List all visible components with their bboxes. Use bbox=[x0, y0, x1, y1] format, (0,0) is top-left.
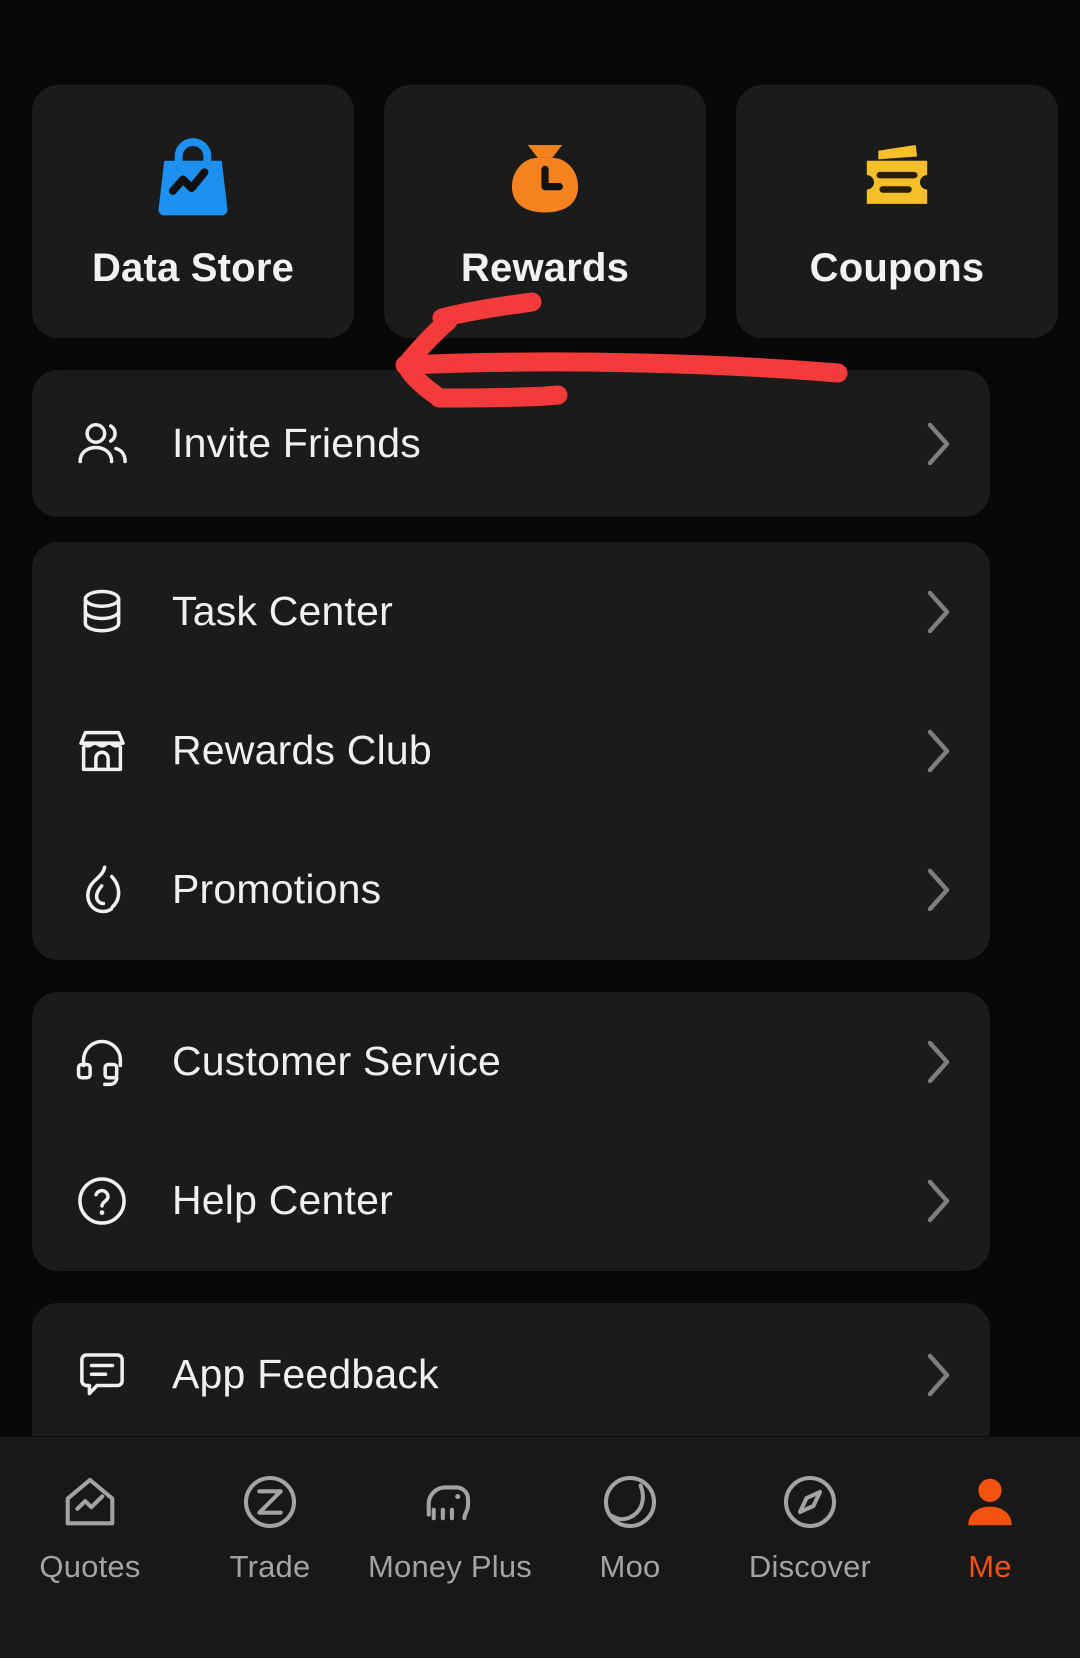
person-icon bbox=[959, 1471, 1021, 1533]
chevron-right-icon bbox=[926, 1040, 952, 1084]
list-item-label: Promotions bbox=[172, 866, 926, 913]
rewards-group: Task Center Rewards Club Prom bbox=[32, 542, 990, 960]
list-item-label: Invite Friends bbox=[172, 420, 926, 467]
money-bag-clock-icon bbox=[499, 132, 591, 224]
question-circle-icon bbox=[74, 1173, 130, 1229]
list-item-help-center[interactable]: Help Center bbox=[32, 1131, 990, 1270]
tab-label: Discover bbox=[749, 1549, 871, 1585]
shopping-bag-chart-icon bbox=[147, 132, 239, 224]
list-item-task-center[interactable]: Task Center bbox=[32, 542, 990, 681]
elephant-icon bbox=[419, 1471, 481, 1533]
storefront-icon bbox=[74, 723, 130, 779]
tab-moo[interactable]: Moo bbox=[540, 1471, 720, 1585]
two-people-icon bbox=[74, 416, 130, 472]
list-item-label: Help Center bbox=[172, 1177, 926, 1224]
circle-leaf-icon bbox=[599, 1471, 661, 1533]
chevron-right-icon bbox=[926, 1179, 952, 1223]
list-item-invite-friends[interactable]: Invite Friends bbox=[32, 370, 990, 517]
chevron-right-icon bbox=[926, 729, 952, 773]
list-item-promotions[interactable]: Promotions bbox=[32, 820, 990, 959]
tab-discover[interactable]: Discover bbox=[720, 1471, 900, 1585]
list-item-label: Task Center bbox=[172, 588, 926, 635]
tab-quotes[interactable]: Quotes bbox=[0, 1471, 180, 1585]
quick-actions-row: Data Store Rewards Coupons bbox=[32, 85, 1058, 338]
quick-action-label: Data Store bbox=[92, 246, 294, 291]
chevron-right-icon bbox=[926, 1353, 952, 1397]
list-item-label: Customer Service bbox=[172, 1038, 926, 1085]
database-stack-icon bbox=[74, 584, 130, 640]
tab-label: Moo bbox=[600, 1549, 661, 1585]
tab-trade[interactable]: Trade bbox=[180, 1471, 360, 1585]
bottom-tab-bar: Quotes Trade Money Plus Moo bbox=[0, 1436, 1080, 1658]
flame-icon bbox=[74, 862, 130, 918]
tab-me[interactable]: Me bbox=[900, 1471, 1080, 1585]
circle-z-icon bbox=[239, 1471, 301, 1533]
tab-label: Trade bbox=[230, 1549, 311, 1585]
invite-group: Invite Friends bbox=[32, 370, 990, 517]
tab-label: Money Plus bbox=[368, 1549, 532, 1585]
list-item-label: Rewards Club bbox=[172, 727, 926, 774]
quick-action-data-store[interactable]: Data Store bbox=[32, 85, 354, 338]
support-group: Customer Service Help Center bbox=[32, 992, 990, 1271]
list-item-label: App Feedback bbox=[172, 1351, 926, 1398]
quick-action-rewards[interactable]: Rewards bbox=[384, 85, 706, 338]
message-bubble-lines-icon bbox=[74, 1347, 130, 1403]
house-chart-icon bbox=[59, 1471, 121, 1533]
headset-icon bbox=[74, 1034, 130, 1090]
ticket-voucher-icon bbox=[851, 132, 943, 224]
quick-action-label: Rewards bbox=[461, 246, 629, 291]
quick-action-label: Coupons bbox=[810, 246, 985, 291]
list-item-customer-service[interactable]: Customer Service bbox=[32, 992, 990, 1131]
quick-action-coupons[interactable]: Coupons bbox=[736, 85, 1058, 338]
tab-label: Me bbox=[968, 1549, 1011, 1585]
chevron-right-icon bbox=[926, 422, 952, 466]
tab-money-plus[interactable]: Money Plus bbox=[360, 1471, 540, 1585]
chevron-right-icon bbox=[926, 590, 952, 634]
chevron-right-icon bbox=[926, 868, 952, 912]
me-page: Data Store Rewards Coupons bbox=[0, 0, 1080, 1658]
list-item-rewards-club[interactable]: Rewards Club bbox=[32, 681, 990, 820]
tab-label: Quotes bbox=[39, 1549, 140, 1585]
compass-icon bbox=[779, 1471, 841, 1533]
list-item-app-feedback[interactable]: App Feedback bbox=[32, 1303, 990, 1446]
